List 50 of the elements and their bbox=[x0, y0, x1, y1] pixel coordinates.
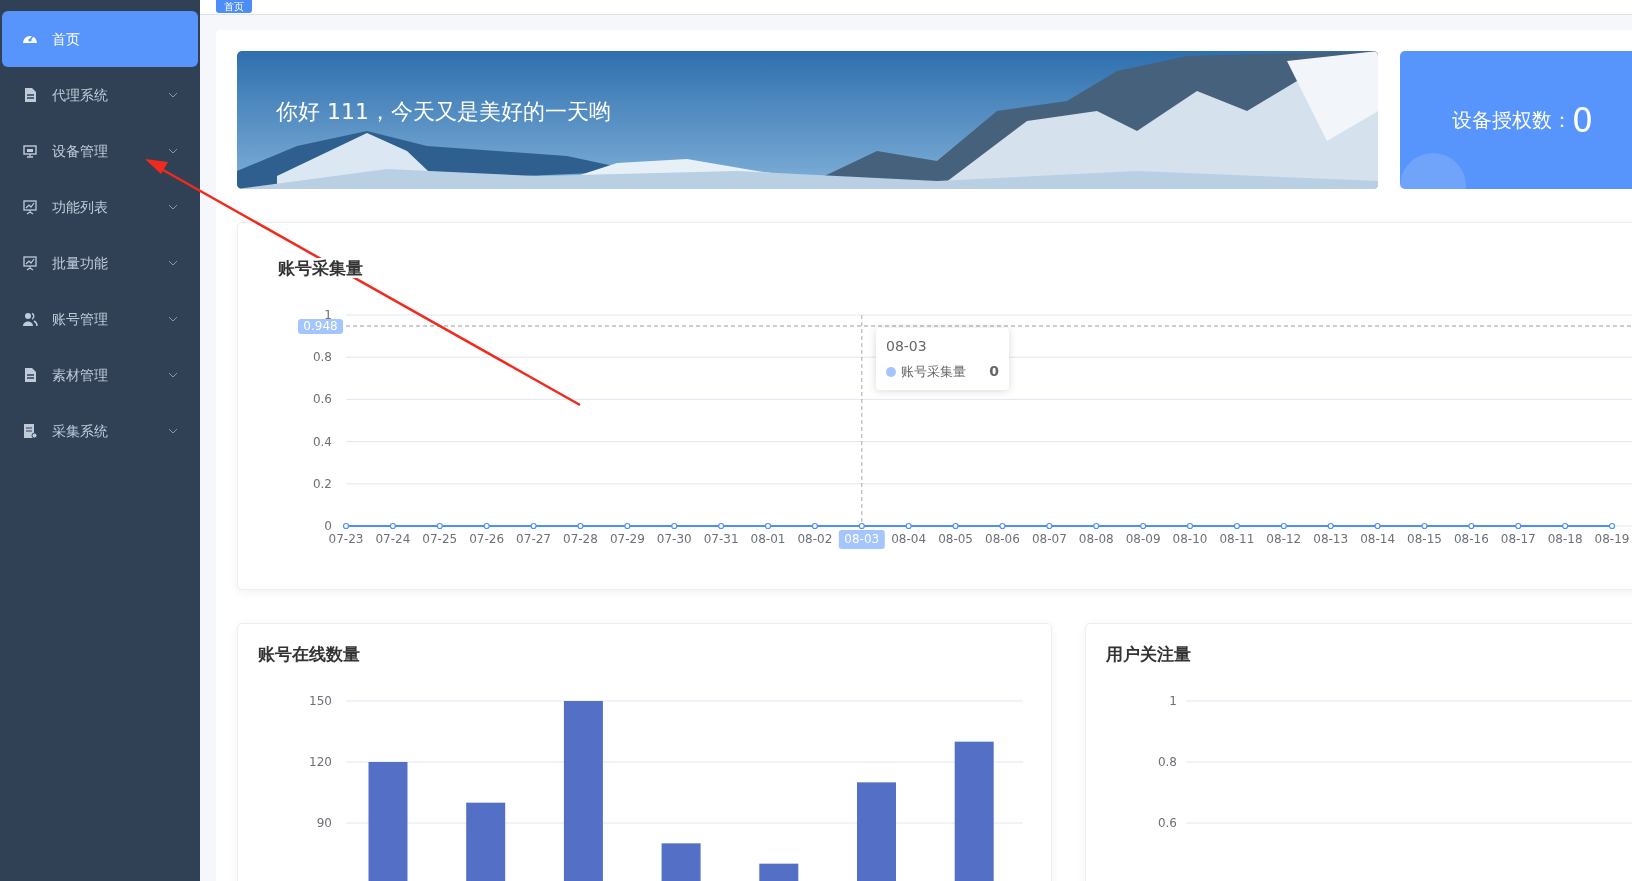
axis-label: 1 bbox=[1169, 694, 1177, 708]
axis-label: 08-16 bbox=[1453, 532, 1489, 546]
chart-title: 账号采集量 bbox=[278, 258, 363, 278]
stat-value: 0 bbox=[1572, 103, 1593, 137]
greeting-text: 你好 111，今天又是美好的一天哟 bbox=[276, 98, 611, 126]
stat-label: 设备授权数： bbox=[1452, 107, 1572, 134]
axis-label: 08-10 bbox=[1172, 532, 1208, 546]
tooltip-title: 08-03 bbox=[886, 337, 928, 356]
chart-title: 账号在线数量 bbox=[257, 643, 361, 664]
axis-label: 0.6 bbox=[1157, 816, 1177, 830]
axis-label: 07-31 bbox=[703, 532, 739, 546]
axis-label: 07-29 bbox=[609, 532, 645, 546]
axis-label: 08-05 bbox=[938, 532, 973, 546]
axis-label: 07-30 bbox=[656, 532, 692, 546]
axis-label: 0.8 bbox=[1157, 755, 1177, 769]
axis-label: 07-28 bbox=[563, 532, 598, 546]
x-tick-label: 08-03 bbox=[844, 532, 880, 546]
axis-label: 08-09 bbox=[1125, 532, 1161, 546]
axis-label: 120 bbox=[309, 755, 332, 769]
axis-label: 07-25 bbox=[422, 532, 458, 546]
axis-label: 08-04 bbox=[891, 532, 927, 546]
axis-label: 07-23 bbox=[328, 532, 364, 546]
series-name: 账号采集量 bbox=[901, 362, 966, 381]
axis-pointer-label: 0.948 bbox=[298, 318, 343, 334]
axis-label: 08-02 bbox=[797, 532, 833, 546]
axis-label: 08-06 bbox=[985, 532, 1020, 546]
axis-label: 0.2 bbox=[312, 476, 332, 491]
axis-label: 08-18 bbox=[1547, 532, 1583, 546]
axis-label: 08-07 bbox=[1031, 532, 1067, 546]
axis-label: 08-17 bbox=[1500, 532, 1536, 546]
axis-label: 08-15 bbox=[1407, 532, 1442, 546]
axis-label: 0.4 bbox=[312, 434, 332, 449]
axis-label: 90 bbox=[316, 816, 332, 830]
axis-label: 08-14 bbox=[1360, 532, 1395, 546]
series-value: 0 bbox=[989, 362, 999, 381]
axis-label: 0.8 bbox=[312, 350, 332, 365]
axis-label: 08-08 bbox=[1078, 532, 1114, 546]
axis-label: 0 bbox=[324, 519, 332, 533]
axis-pointer-label: 08-03 bbox=[838, 530, 885, 549]
chart-title: 用户关注量 bbox=[1105, 643, 1192, 664]
axis-label: 08-11 bbox=[1219, 532, 1255, 546]
axis-label: 07-26 bbox=[469, 532, 505, 546]
axis-label: 08-12 bbox=[1266, 532, 1302, 546]
axis-label: 07-27 bbox=[516, 532, 551, 546]
axis-label: 07-24 bbox=[375, 532, 411, 546]
axis-label: 0.6 bbox=[312, 392, 332, 407]
axis-label: 150 bbox=[309, 694, 332, 708]
axis-label: 08-01 bbox=[750, 532, 786, 546]
axis-label: 08-13 bbox=[1313, 532, 1349, 546]
axis-label: 08-19 bbox=[1594, 532, 1630, 546]
